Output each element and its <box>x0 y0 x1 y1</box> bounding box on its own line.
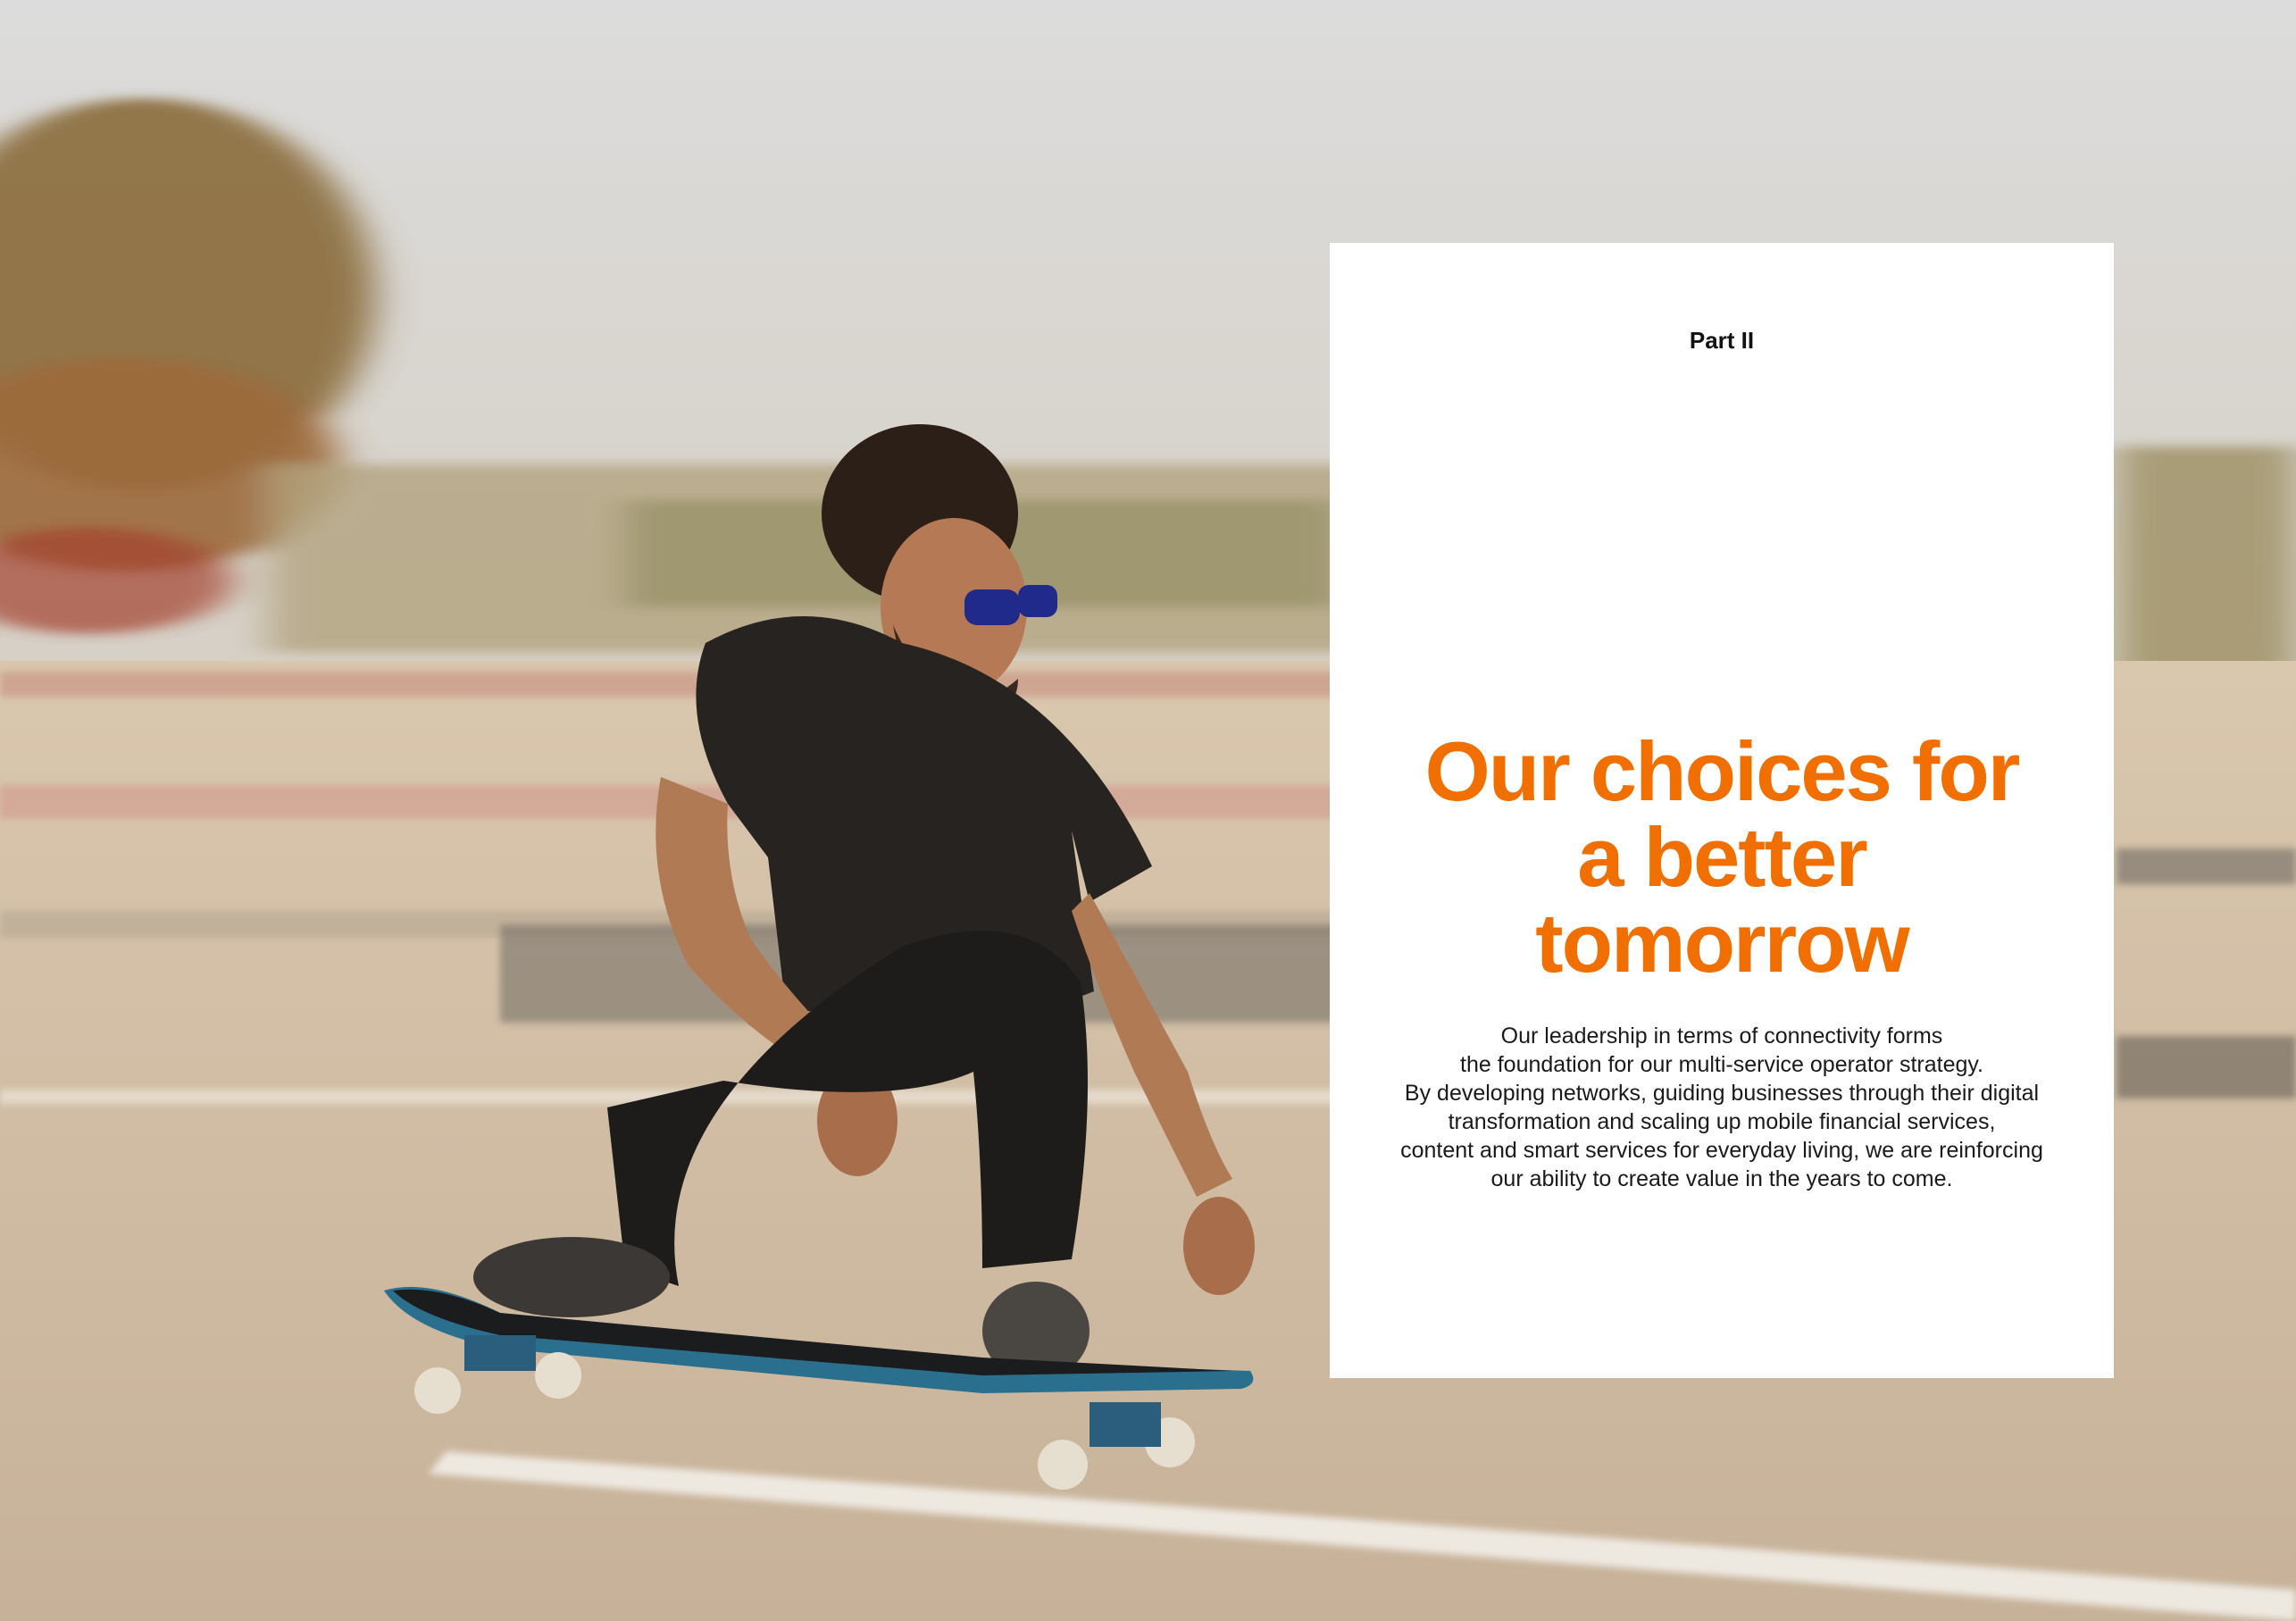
paragraph-line: the foundation for our multi-service ope… <box>1460 1052 1983 1077</box>
paragraph-line: transformation and scaling up mobile fin… <box>1448 1109 1996 1134</box>
headline-line: a better <box>1577 810 1868 904</box>
paragraph-line: Our leadership in terms of connectivity … <box>1500 1024 1943 1049</box>
intro-card: Part II Our choices for a better tomorro… <box>1330 243 2114 1378</box>
headline-line: Our choices for <box>1424 724 2021 818</box>
part-label: Part II <box>1689 327 1755 354</box>
paragraph-line: content and smart services for everyday … <box>1400 1138 2043 1163</box>
intro-paragraph: Our leadership in terms of connectivity … <box>1365 1022 2078 1193</box>
headline-line: tomorrow <box>1535 896 1909 990</box>
headline: Our choices for a better tomorrow <box>1330 729 2114 986</box>
paragraph-line: our ability to create value in the years… <box>1490 1166 1953 1191</box>
paragraph-line: By developing networks, guiding business… <box>1404 1081 2040 1106</box>
